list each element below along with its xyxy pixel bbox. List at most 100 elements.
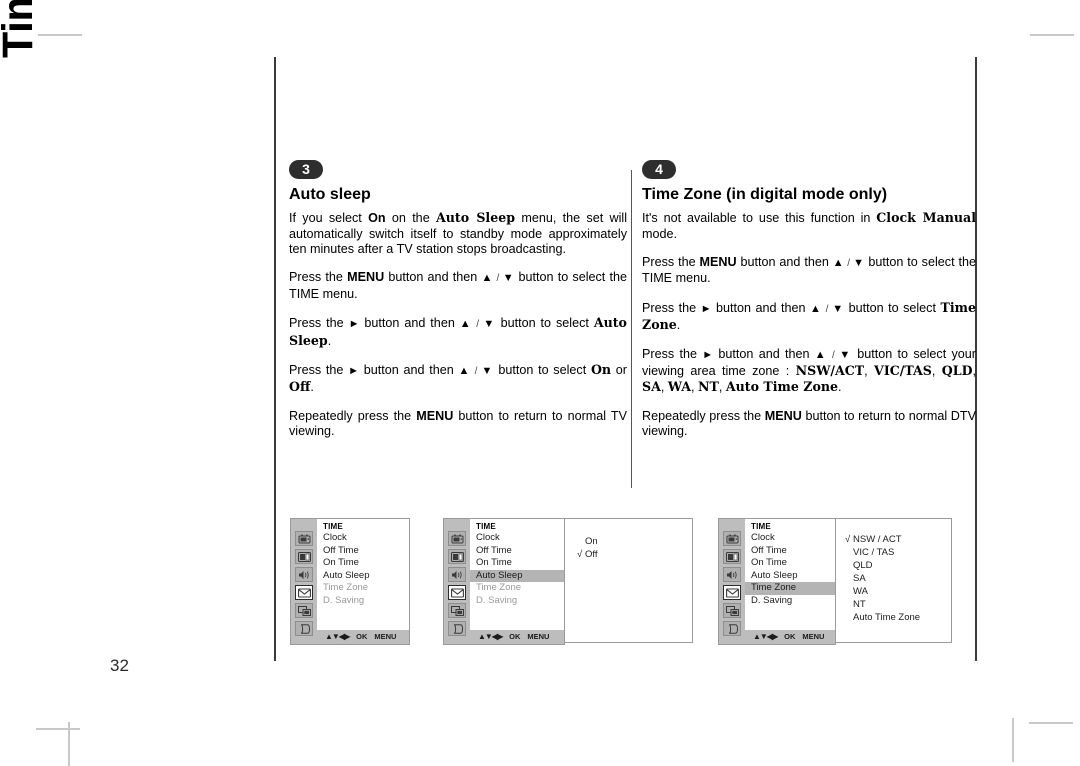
text-run: / xyxy=(844,258,854,269)
osd-nav-arrows-icon: ▲▼◀▶ xyxy=(753,632,778,641)
text-run: ▲ xyxy=(814,348,828,361)
text-run: ▲ xyxy=(481,272,494,285)
osd-ok-label[interactable]: OK xyxy=(784,632,795,641)
speaker-icon[interactable] xyxy=(295,567,313,582)
envelope-icon[interactable] xyxy=(723,585,741,600)
osd-menu-item[interactable]: D. Saving xyxy=(745,595,835,608)
crop-mark-bottom-left xyxy=(36,728,80,730)
osd-menu-title: TIME xyxy=(470,519,564,532)
pip-icon[interactable] xyxy=(295,603,313,618)
text-run: ▼ xyxy=(853,257,865,269)
tv-icon[interactable] xyxy=(448,531,466,546)
pip-icon[interactable] xyxy=(448,603,466,618)
text-run: / xyxy=(472,319,484,331)
osd-menu-item[interactable]: Clock xyxy=(317,532,409,545)
body-paragraph: If you select On on the Auto Sleep menu,… xyxy=(289,210,627,257)
text-run: MENU xyxy=(416,408,454,423)
osd-menu-title: TIME xyxy=(745,519,835,532)
speaker-icon[interactable] xyxy=(448,567,466,582)
osd-option-item[interactable]: SA xyxy=(841,572,951,585)
body-paragraph: Press the MENU button and then ▲ / ▼ but… xyxy=(289,270,627,302)
speaker-icon[interactable] xyxy=(723,567,741,582)
osd-ok-label[interactable]: OK xyxy=(356,632,367,641)
body-paragraph: Press the MENU button and then ▲ / ▼ but… xyxy=(642,255,976,287)
pip-icon[interactable] xyxy=(723,603,741,618)
osd-window: TIME Clock Off Time On Time Auto Sleep Time Z… xyxy=(443,518,693,645)
text-run: button to select xyxy=(844,300,941,315)
osd-menu-item[interactable]: Time Zone xyxy=(745,582,835,595)
page-icon[interactable] xyxy=(723,621,741,636)
osd-menu-item[interactable]: D. Saving xyxy=(470,595,564,608)
text-run: button and then xyxy=(359,363,459,378)
text-run: Clock Manual xyxy=(876,210,977,226)
osd-menu-item[interactable]: On Time xyxy=(470,557,564,570)
osd-option-item[interactable]: VIC / TAS xyxy=(841,546,951,559)
chapter-side-title: Time Menu xyxy=(0,0,48,58)
osd-option-label: Auto Time Zone xyxy=(853,612,921,623)
osd-menu-item[interactable]: Clock xyxy=(470,532,564,545)
osd-menu-item[interactable]: Off Time xyxy=(470,545,564,558)
screen-icon[interactable] xyxy=(295,549,313,564)
osd-menu-label[interactable]: MENU xyxy=(527,632,549,641)
page-icon[interactable] xyxy=(448,621,466,636)
screen-icon[interactable] xyxy=(448,549,466,564)
check-icon: √ xyxy=(577,549,583,560)
osd-option-label: SA xyxy=(853,573,866,584)
text-run: SA xyxy=(642,379,661,395)
text-run: , xyxy=(660,380,668,395)
osd-menu-item[interactable]: On Time xyxy=(317,557,409,570)
osd-menu-item[interactable]: Auto Sleep xyxy=(745,570,835,583)
text-run: Off xyxy=(289,379,311,395)
text-run: Repeatedly press the xyxy=(642,408,765,423)
osd-menu-label[interactable]: MENU xyxy=(374,632,396,641)
osd-option-item[interactable]: √ NSW / ACT xyxy=(841,533,951,546)
osd-option-item[interactable]: √ Off xyxy=(573,548,692,561)
osd-menu-item[interactable]: Clock xyxy=(745,532,835,545)
envelope-icon[interactable] xyxy=(448,585,466,600)
section-number-badge: 3 xyxy=(289,160,323,179)
text-run: Auto Sleep xyxy=(436,210,516,226)
osd-ok-label[interactable]: OK xyxy=(509,632,520,641)
osd-menu-item[interactable]: Off Time xyxy=(745,545,835,558)
section-time-zone: 4 Time Zone (in digital mode only) It's no… xyxy=(642,160,976,453)
osd-option-label: WA xyxy=(853,586,868,597)
text-run: / xyxy=(470,366,482,378)
text-run: ► xyxy=(702,348,714,361)
osd-option-item[interactable]: QLD xyxy=(841,559,951,572)
osd-menu-item[interactable]: Off Time xyxy=(317,545,409,558)
osd-menu-item[interactable]: Time Zone xyxy=(470,582,564,595)
osd-option-label: QLD xyxy=(853,560,873,571)
text-run: Repeatedly press the xyxy=(289,408,417,423)
text-run: VIC/TAS xyxy=(874,363,932,379)
osd-illustration-3: TIME Clock Off Time On Time Auto Sleep Time Z… xyxy=(718,518,952,645)
osd-window: TIME Clock Off Time On Time Auto Sleep Time Z… xyxy=(718,518,952,645)
osd-menu-item[interactable]: Auto Sleep xyxy=(317,570,409,583)
osd-menu-item[interactable]: D. Saving xyxy=(317,595,409,608)
text-run: , xyxy=(972,364,977,379)
text-run: . xyxy=(838,380,842,395)
osd-menu-label[interactable]: MENU xyxy=(802,632,824,641)
osd-icon-rail xyxy=(291,519,317,644)
osd-option-item[interactable]: On xyxy=(573,535,692,548)
osd-option-label: On xyxy=(585,536,598,547)
section-number-badge: 4 xyxy=(642,160,676,179)
page-icon[interactable] xyxy=(295,621,313,636)
osd-menu-item[interactable]: Auto Sleep xyxy=(470,569,564,582)
text-run: WA xyxy=(667,379,691,395)
osd-option-item[interactable]: Auto Time Zone xyxy=(841,611,951,624)
osd-option-item[interactable]: WA xyxy=(841,585,951,598)
osd-menu-item[interactable]: Time Zone xyxy=(317,582,409,595)
body-paragraph: Press the ► button and then ▲ / ▼ button… xyxy=(642,347,976,396)
osd-option-item[interactable]: NT xyxy=(841,598,951,611)
text-run: ▲ xyxy=(459,318,473,331)
text-run: If you select xyxy=(289,211,369,226)
tv-icon[interactable] xyxy=(723,531,741,546)
tv-icon[interactable] xyxy=(295,531,313,546)
osd-options-panel: √ NSW / ACT VIC / TAS QLD SA WA NT Auto Time Zo… xyxy=(836,518,952,643)
screen-icon[interactable] xyxy=(723,549,741,564)
text-run: MENU xyxy=(764,408,802,423)
osd-menu-item[interactable]: On Time xyxy=(745,557,835,570)
text-run: Press the xyxy=(642,300,701,315)
envelope-icon[interactable] xyxy=(295,585,313,600)
text-run: button and then xyxy=(359,316,460,331)
